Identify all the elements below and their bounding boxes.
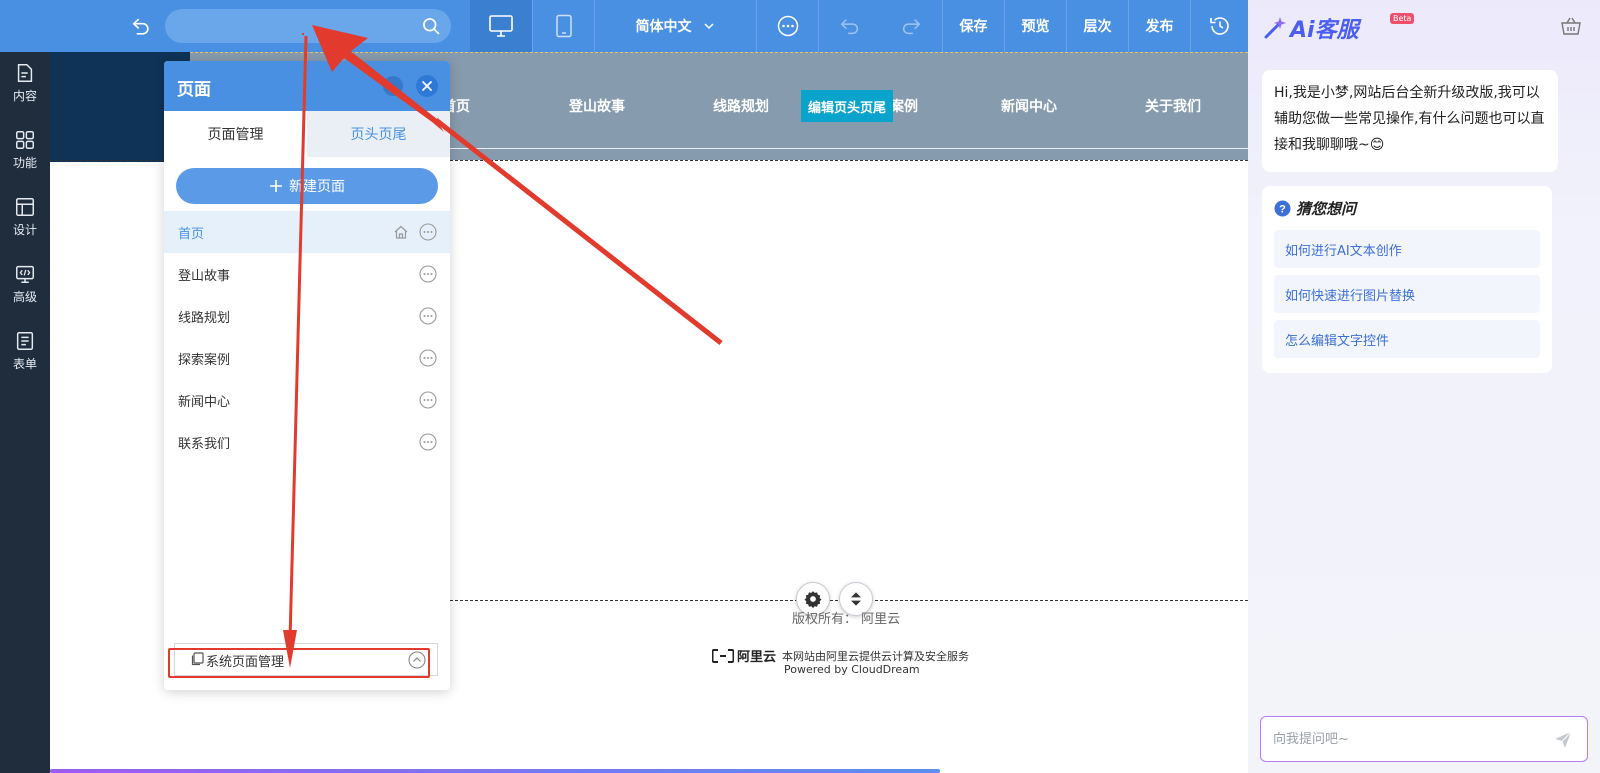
beta-badge: Beta	[1390, 13, 1415, 24]
faq-item[interactable]: 怎么编辑文字控件	[1274, 320, 1540, 358]
ai-logo: Ai客服 Beta	[1262, 12, 1415, 44]
faq-item[interactable]: 如何快速进行图片替换	[1274, 275, 1540, 313]
send-icon[interactable]	[1553, 730, 1573, 750]
faq-item[interactable]: 如何进行AI文本创作	[1274, 230, 1540, 268]
ai-chat-box	[1260, 716, 1588, 762]
basket-icon[interactable]	[1561, 17, 1581, 35]
ai-assistant-panel: Ai客服 Beta Hi,我是小梦,网站后台全新升级改版,我可以辅助您做一些常见…	[1248, 0, 1600, 773]
question-icon: ?	[1274, 200, 1291, 217]
annotation-arrow-line-top	[434, 118, 723, 345]
ai-chat-input[interactable]	[1273, 729, 1543, 749]
svg-text:?: ?	[1279, 204, 1286, 216]
ai-greeting-message: Hi,我是小梦,网站后台全新升级改版,我可以辅助您做一些常见操作,有什么问题也可…	[1262, 70, 1558, 172]
faq-card: ? 猜您想问 如何进行AI文本创作 如何快速进行图片替换 怎么编辑文字控件	[1262, 186, 1552, 373]
annotation-arrow-head-top	[312, 25, 444, 132]
annotation-arrow-head-down	[283, 630, 297, 668]
faq-title: 猜您想问	[1296, 200, 1357, 218]
ai-title: Ai客服	[1290, 18, 1359, 43]
annotation-arrow-line-down	[288, 35, 308, 641]
magic-wand-icon	[1264, 17, 1286, 39]
